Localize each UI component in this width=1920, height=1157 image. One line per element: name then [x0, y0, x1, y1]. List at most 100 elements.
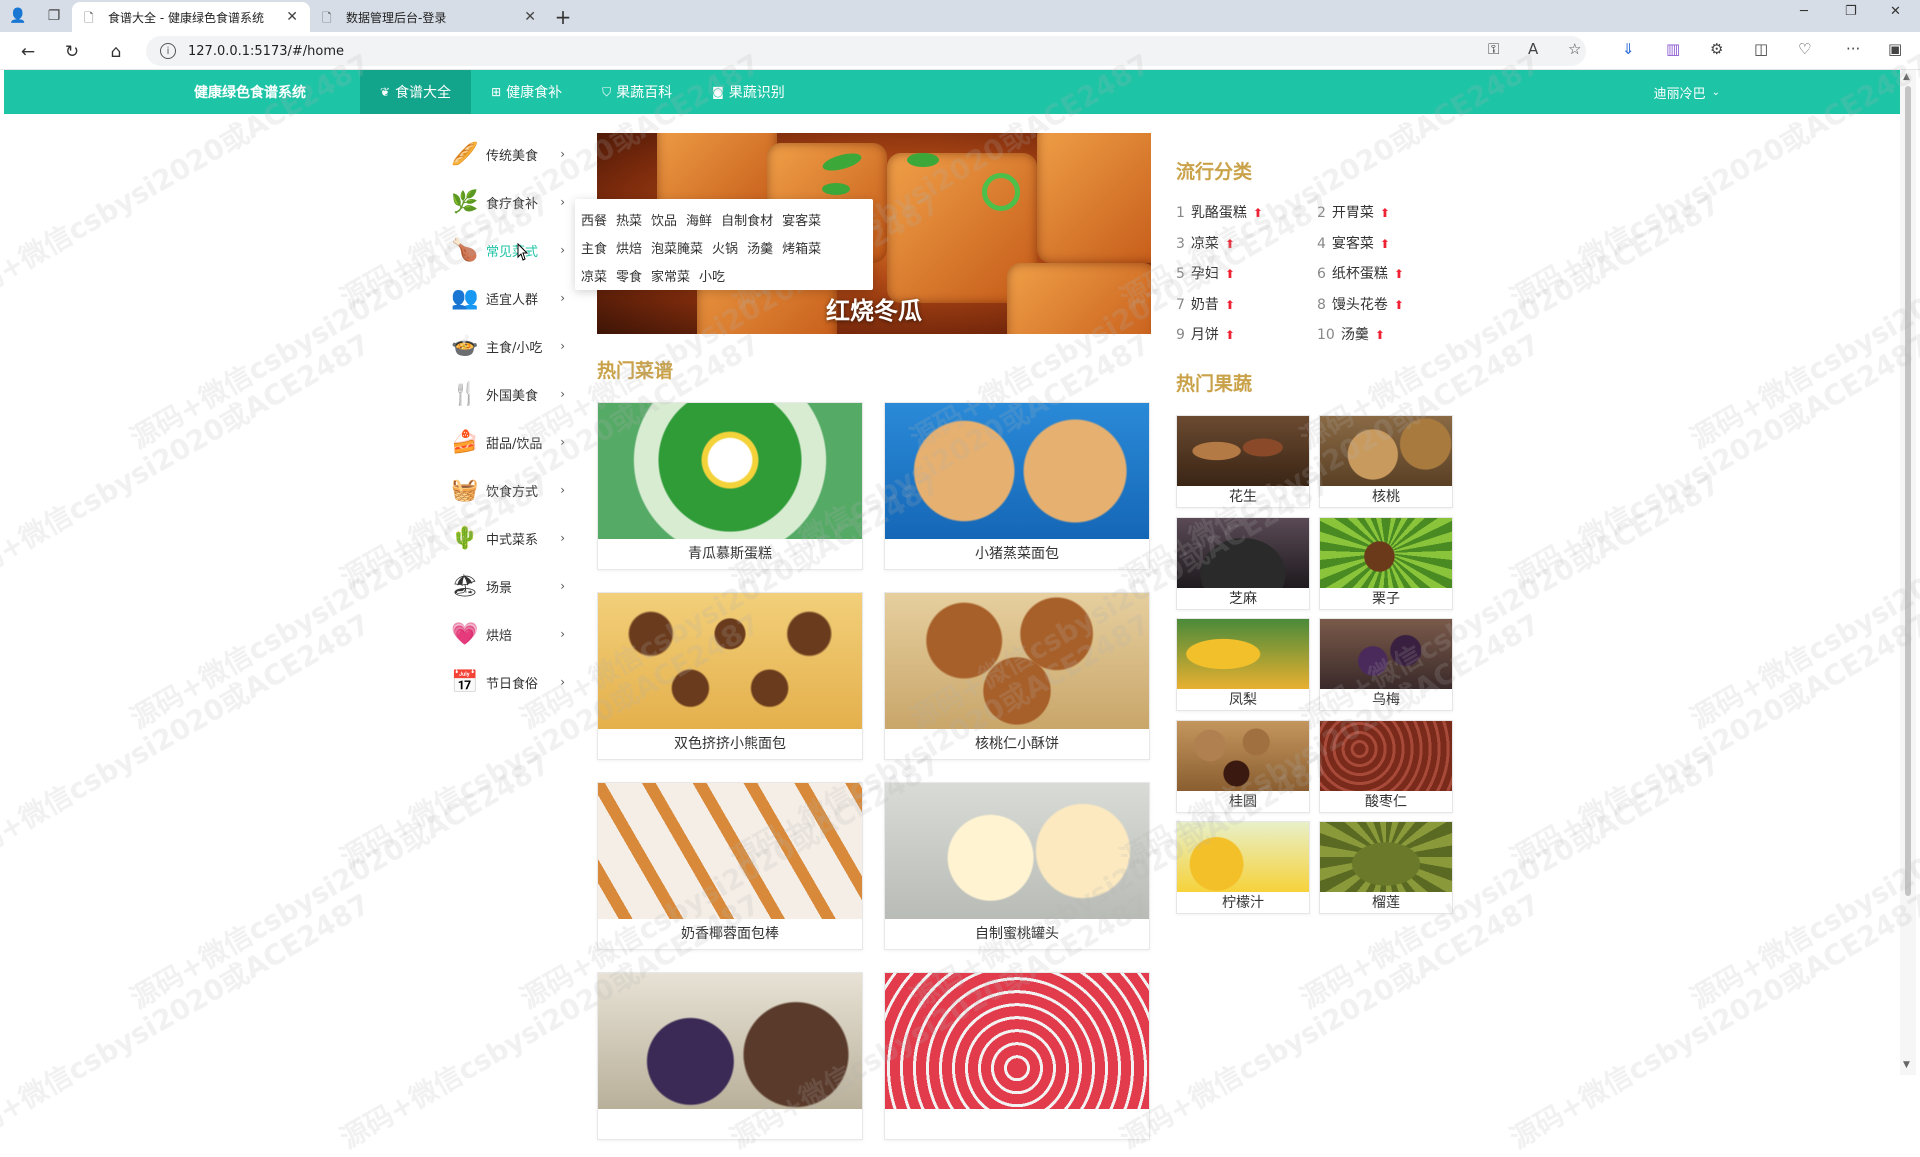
- window-close-icon[interactable]: ✕: [1890, 4, 1901, 19]
- fruit-image[interactable]: [1177, 517, 1309, 588]
- fruit-image[interactable]: [1320, 619, 1452, 689]
- fruit-image[interactable]: [1177, 720, 1309, 791]
- recipe-image[interactable]: [598, 593, 862, 729]
- scroll-thumb[interactable]: [1905, 86, 1911, 896]
- nav-health-food[interactable]: ⊞ 健康食补: [471, 70, 582, 114]
- trending-item[interactable]: 6 纸杯蛋糕 ⬆: [1317, 263, 1404, 283]
- fruit-card[interactable]: 芝麻: [1176, 516, 1310, 610]
- recipe-image[interactable]: [885, 593, 1149, 729]
- nav-recipes[interactable]: ❦ 食谱大全: [360, 70, 472, 114]
- submenu-link[interactable]: 西餐: [581, 210, 607, 229]
- category-item[interactable]: 🧺 饮食方式 ›: [450, 466, 580, 514]
- recipe-image[interactable]: [598, 783, 862, 919]
- read-aloud-icon[interactable]: A: [1528, 40, 1538, 58]
- reload-icon[interactable]: ↻: [58, 38, 86, 66]
- minimize-icon[interactable]: ─: [1800, 4, 1808, 19]
- submenu-link[interactable]: 家常菜: [651, 266, 690, 285]
- fruit-card[interactable]: 酸枣仁: [1319, 719, 1453, 813]
- submenu-link[interactable]: 主食: [581, 238, 607, 257]
- submenu-link[interactable]: 零食: [616, 266, 642, 285]
- fruit-card[interactable]: 栗子: [1319, 516, 1453, 610]
- fruit-image[interactable]: [1177, 619, 1309, 689]
- recipe-image[interactable]: [598, 973, 862, 1109]
- category-item[interactable]: 🥖 传统美食 ›: [450, 130, 580, 178]
- recipe-card[interactable]: 自制蜜桃罐头: [884, 782, 1150, 950]
- download-icon[interactable]: ⇓: [1622, 40, 1635, 58]
- category-item[interactable]: 👥 适宜人群 ›: [450, 274, 580, 322]
- recipe-image[interactable]: [885, 403, 1149, 539]
- recipe-card[interactable]: 青瓜慕斯蛋糕: [597, 402, 863, 570]
- restore-icon[interactable]: ❐: [1845, 4, 1857, 19]
- trending-item[interactable]: 8 馒头花卷 ⬆: [1317, 294, 1404, 314]
- category-item[interactable]: 🍰 甜品/饮品 ›: [450, 418, 580, 466]
- trending-item[interactable]: 3 凉菜 ⬆: [1176, 233, 1235, 253]
- category-item[interactable]: 🌵 中式菜系 ›: [450, 514, 580, 562]
- category-item[interactable]: 💗 烘焙 ›: [450, 610, 580, 658]
- recipe-card[interactable]: [884, 972, 1150, 1140]
- close-icon[interactable]: ✕: [286, 9, 298, 25]
- submenu-link[interactable]: 自制食材: [721, 210, 773, 229]
- favorite-star-icon[interactable]: ☆: [1568, 40, 1581, 58]
- trending-item[interactable]: 9 月饼 ⬆: [1176, 324, 1235, 344]
- scroll-down-icon[interactable]: ▼: [1903, 1060, 1910, 1070]
- category-item[interactable]: 🍴 外国美食 ›: [450, 370, 580, 418]
- split-screen-icon[interactable]: ◫: [1754, 40, 1768, 58]
- submenu-link[interactable]: 海鲜: [686, 210, 712, 229]
- browser-essentials-icon[interactable]: ♡: [1798, 40, 1811, 58]
- fruit-image[interactable]: [1320, 720, 1452, 791]
- fruit-card[interactable]: 柠檬汁: [1176, 821, 1310, 914]
- submenu-link[interactable]: 凉菜: [581, 266, 607, 285]
- home-icon[interactable]: ⌂: [102, 38, 130, 66]
- fruit-card[interactable]: 桂圆: [1176, 719, 1310, 813]
- browser-tab-recipes[interactable]: 🗋 食谱大全 - 健康绿色食谱系统 ✕: [72, 2, 310, 32]
- trending-item[interactable]: 7 奶昔 ⬆: [1176, 294, 1235, 314]
- submenu-link[interactable]: 宴客菜: [782, 210, 821, 229]
- password-key-icon[interactable]: ⚿: [1488, 40, 1499, 58]
- category-item[interactable]: 🌿 食疗食补 ›: [450, 178, 580, 226]
- recipe-image[interactable]: [598, 403, 862, 539]
- recipe-card[interactable]: [597, 972, 863, 1140]
- fruit-card[interactable]: 花生: [1176, 415, 1310, 508]
- profile-icon[interactable]: 👤: [4, 2, 32, 30]
- fruit-card[interactable]: 榴莲: [1319, 821, 1453, 914]
- close-icon[interactable]: ✕: [524, 9, 536, 25]
- submenu-link[interactable]: 烘焙: [616, 238, 642, 257]
- fruit-image[interactable]: [1320, 517, 1452, 588]
- submenu-link[interactable]: 饮品: [651, 210, 677, 229]
- recipe-image[interactable]: [885, 973, 1149, 1109]
- new-tab-button[interactable]: +: [548, 2, 578, 32]
- fruit-card[interactable]: 凤梨: [1176, 618, 1310, 711]
- trending-item[interactable]: 4 宴客菜 ⬆: [1317, 233, 1390, 253]
- fruit-image[interactable]: [1177, 822, 1309, 892]
- fruit-image[interactable]: [1320, 822, 1452, 892]
- trending-item[interactable]: 2 开胃菜 ⬆: [1317, 202, 1390, 222]
- nav-produce-recognition[interactable]: ◙ 果蔬识别: [692, 70, 805, 114]
- site-brand[interactable]: 健康绿色食谱系统: [194, 82, 360, 102]
- fruit-image[interactable]: [1320, 416, 1452, 486]
- submenu-link[interactable]: 汤羹: [747, 238, 773, 257]
- more-menu-icon[interactable]: ···: [1846, 40, 1860, 58]
- recipe-image[interactable]: [885, 783, 1149, 919]
- trending-item[interactable]: 5 孕妇 ⬆: [1176, 263, 1235, 283]
- scroll-up-icon[interactable]: ▲: [1903, 72, 1910, 82]
- recipe-card[interactable]: 小猪蒸菜面包: [884, 402, 1150, 570]
- sidebar-icon[interactable]: ▣: [1888, 40, 1902, 58]
- trending-item[interactable]: 1 乳酪蛋糕 ⬆: [1176, 202, 1263, 222]
- workspaces-icon[interactable]: ❐: [40, 2, 68, 30]
- url-field[interactable]: i 127.0.0.1:5173/#/home: [146, 36, 1586, 66]
- category-item[interactable]: 📅 节日食俗 ›: [450, 658, 580, 706]
- extensions-icon[interactable]: ⚙: [1710, 40, 1723, 58]
- fruit-image[interactable]: [1177, 416, 1309, 486]
- submenu-link[interactable]: 火锅: [712, 238, 738, 257]
- user-menu[interactable]: 迪丽冷巴 ⌄: [1654, 70, 1720, 114]
- recipe-card[interactable]: 奶香椰蓉面包棒: [597, 782, 863, 950]
- trending-item[interactable]: 10 汤羹 ⬆: [1317, 324, 1385, 344]
- reader-icon[interactable]: ▥: [1666, 40, 1680, 58]
- back-icon[interactable]: ←: [14, 38, 42, 66]
- info-icon[interactable]: i: [160, 43, 176, 59]
- category-item[interactable]: 🏖 场景 ›: [450, 562, 580, 610]
- fruit-card[interactable]: 核桃: [1319, 415, 1453, 508]
- submenu-link[interactable]: 热菜: [616, 210, 642, 229]
- nav-produce-wiki[interactable]: ⛉ 果蔬百科: [582, 70, 692, 114]
- recipe-card[interactable]: 双色挤挤小熊面包: [597, 592, 863, 760]
